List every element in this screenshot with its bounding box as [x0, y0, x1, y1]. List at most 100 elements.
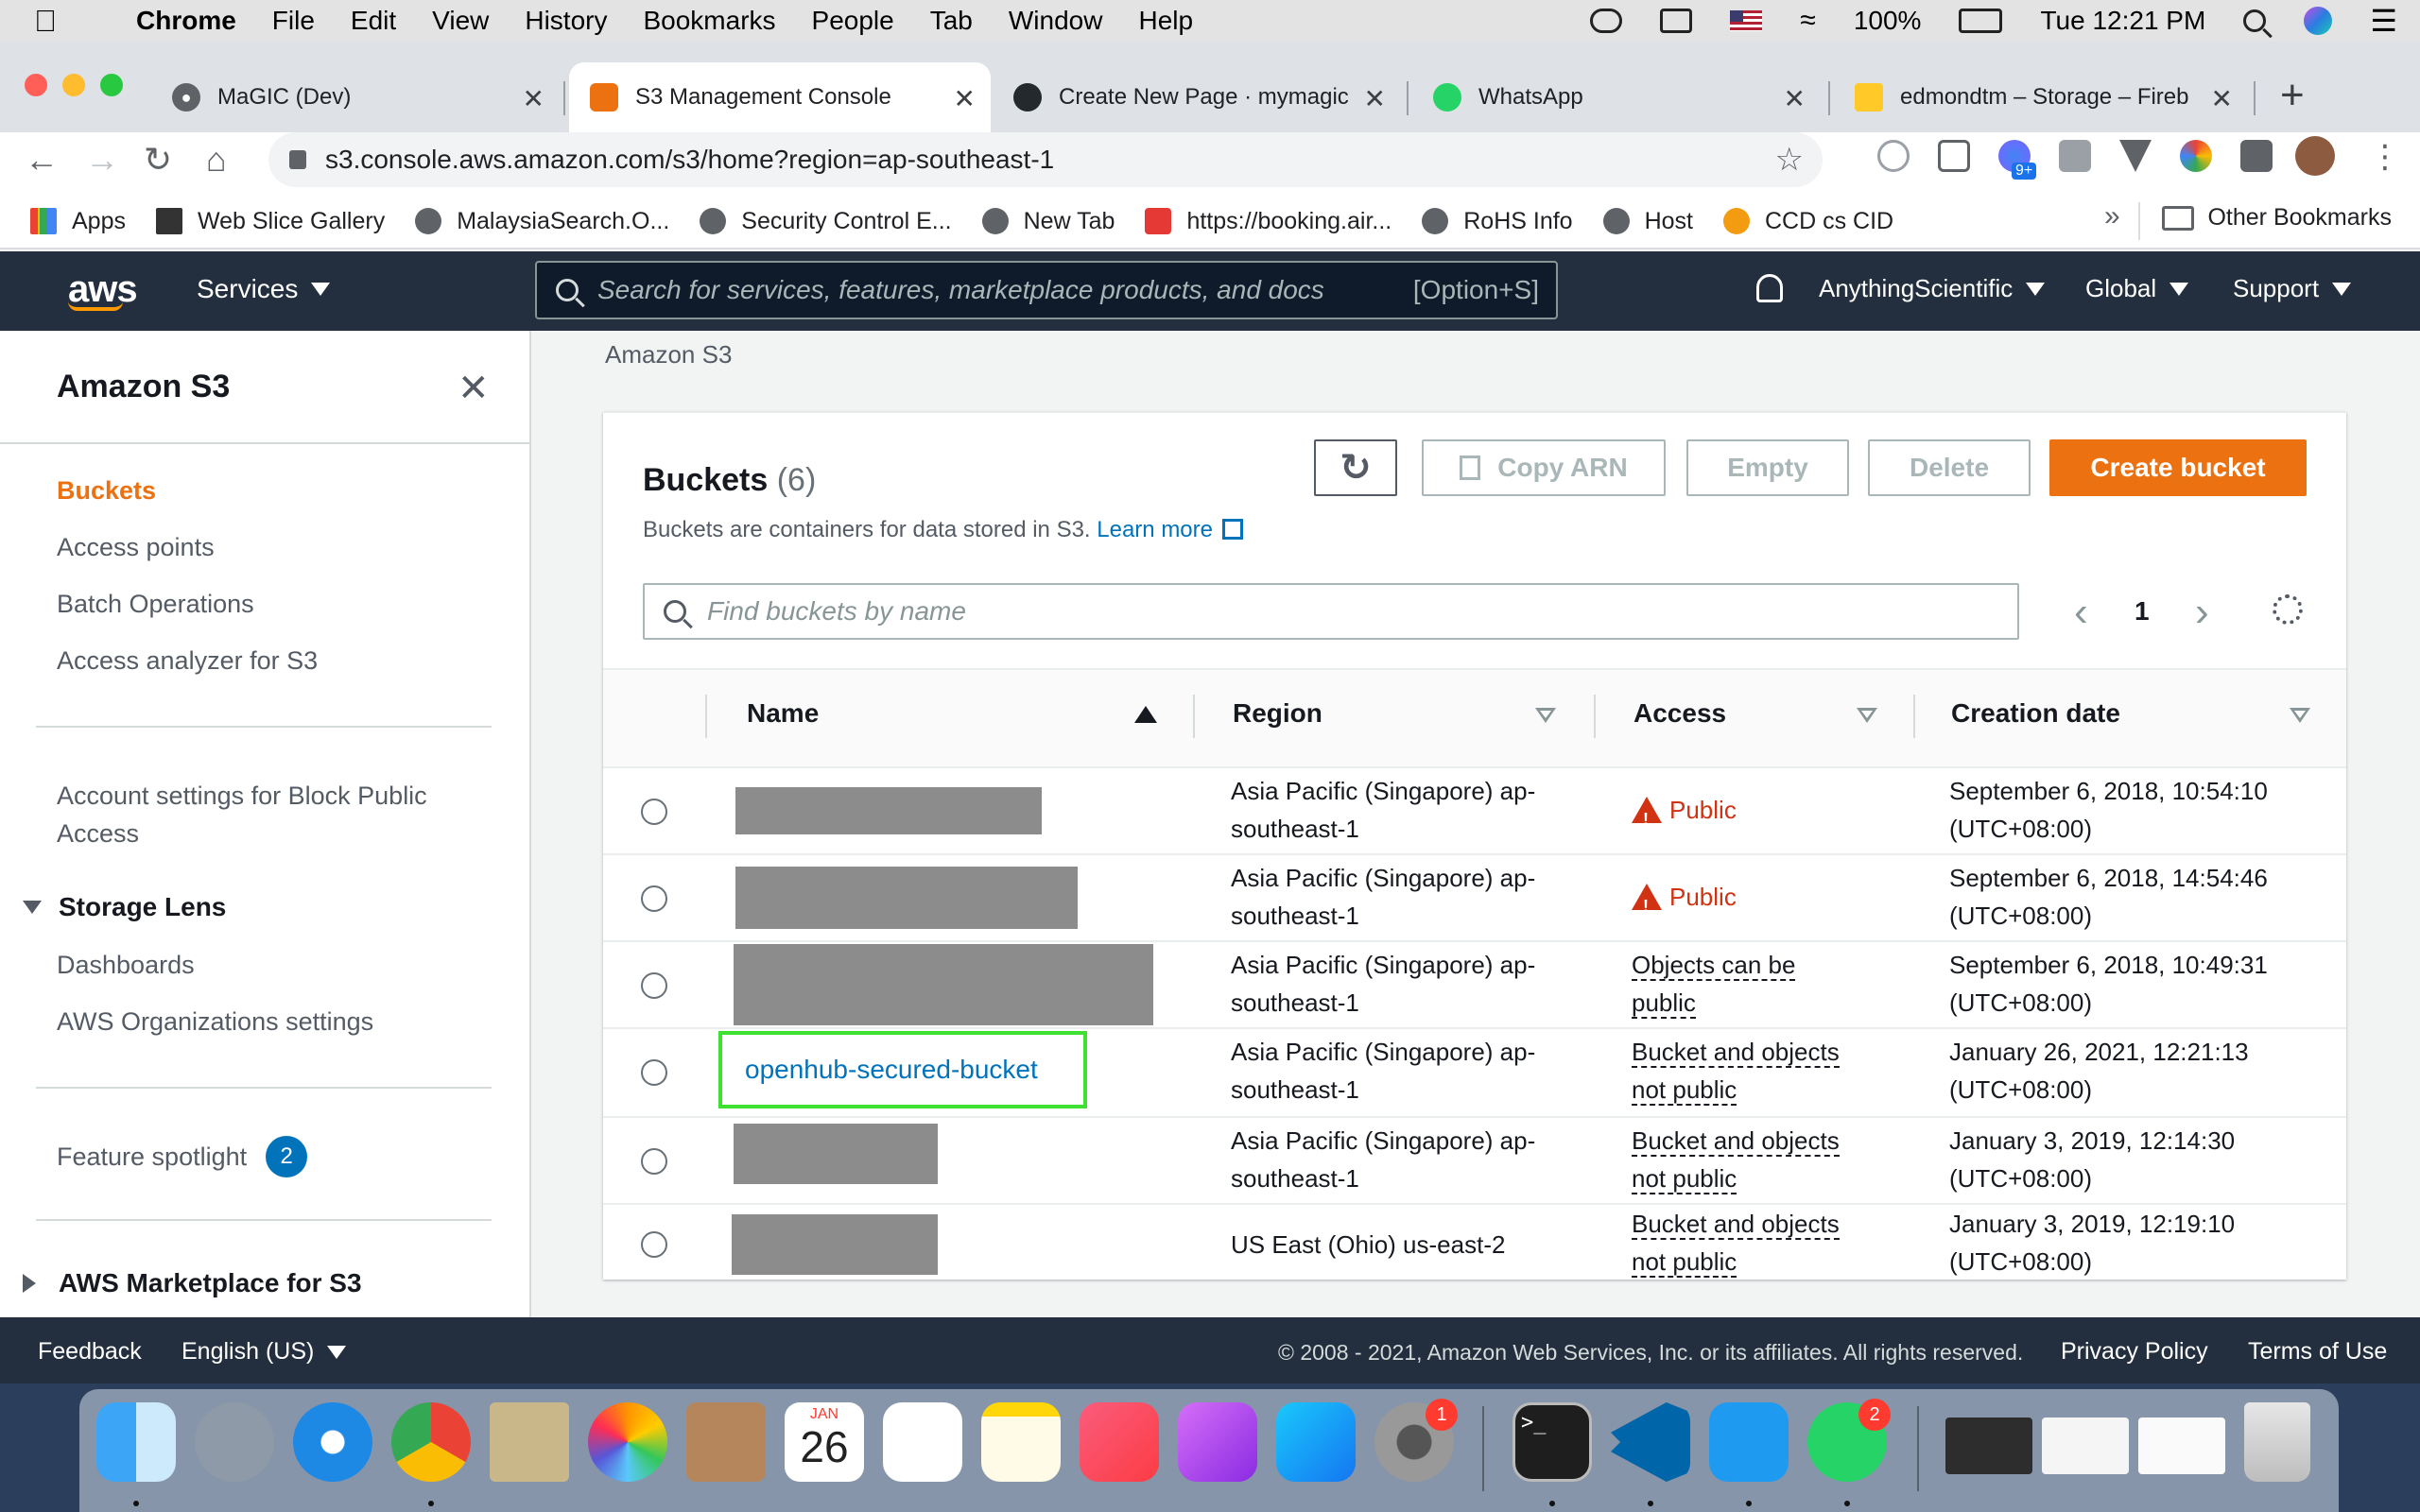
redacted-bucket-name[interactable] [735, 787, 1042, 834]
wifi-icon[interactable]: ≈ [1800, 5, 1815, 37]
language-selector[interactable]: English (US) [182, 1338, 347, 1366]
tab-create-new-page[interactable]: Create New Page · mymagic ✕ [993, 62, 1401, 132]
menu-edit[interactable]: Edit [351, 6, 396, 36]
sidebar-item-organizations-settings[interactable]: AWS Organizations settings [57, 1007, 373, 1037]
create-bucket-button[interactable]: Create bucket [2049, 439, 2307, 496]
services-menu-button[interactable]: Services [197, 274, 331, 304]
sort-toggle-icon[interactable] [2290, 708, 2310, 723]
region-menu-button[interactable]: Global [2085, 274, 2189, 303]
trash-icon[interactable] [2244, 1402, 2310, 1482]
pagination-current-page[interactable]: 1 [2135, 596, 2150, 627]
color-picker-icon[interactable] [2180, 140, 2212, 172]
redacted-bucket-name[interactable] [734, 1124, 938, 1184]
home-icon[interactable]: ⌂ [206, 140, 227, 180]
tab-close-icon[interactable]: ✕ [1784, 83, 1806, 114]
calendar-icon[interactable]: JAN 26 [785, 1402, 864, 1482]
pagination-prev-icon[interactable]: ‹ [2074, 589, 2088, 636]
sidebar-section-marketplace[interactable]: AWS Marketplace for S3 [23, 1268, 362, 1298]
row-select-radio[interactable] [641, 1231, 667, 1258]
launchpad-icon[interactable] [195, 1402, 274, 1482]
sort-ascending-icon[interactable] [1134, 706, 1157, 723]
url-text[interactable]: s3.console.aws.amazon.com/s3/home?region… [325, 145, 1054, 175]
copy-arn-button[interactable]: Copy ARN [1422, 439, 1666, 496]
menu-window[interactable]: Window [1009, 6, 1103, 36]
redacted-bucket-name[interactable] [735, 867, 1078, 929]
redacted-bucket-name[interactable] [734, 944, 1153, 1025]
other-bookmarks[interactable]: Other Bookmarks [2162, 204, 2392, 232]
feedback-button[interactable]: Feedback [38, 1338, 142, 1366]
sidebar-close-icon[interactable]: ✕ [458, 367, 490, 410]
cell-access[interactable]: Bucket and objects not public [1632, 1205, 1877, 1280]
chrome-menu-icon[interactable]: ⋮ [2369, 138, 2401, 176]
menu-tab[interactable]: Tab [930, 6, 973, 36]
privacy-policy-link[interactable]: Privacy Policy [2061, 1338, 2208, 1366]
table-row[interactable]: US East (Ohio) us-east-2 Bucket and obje… [603, 1205, 2346, 1280]
tab-close-icon[interactable]: ✕ [2211, 83, 2233, 114]
spotlight-search-icon[interactable] [2243, 9, 2267, 32]
menu-help[interactable]: Help [1138, 6, 1193, 36]
table-row[interactable]: Asia Pacific (Singapore) ap-southeast-1 … [603, 942, 2346, 1029]
address-bar[interactable]: s3.console.aws.amazon.com/s3/home?region… [268, 132, 1823, 187]
pagination-next-icon[interactable]: › [2195, 589, 2209, 636]
row-select-radio[interactable] [641, 1148, 667, 1175]
bookmark-web-slice-gallery[interactable]: Web Slice Gallery [155, 208, 385, 235]
row-select-radio[interactable] [641, 799, 667, 825]
cell-access[interactable]: Objects can be public [1632, 946, 1877, 1022]
forward-arrow-icon[interactable]: → [85, 140, 119, 180]
breadcrumb[interactable]: Amazon S3 [605, 340, 732, 369]
safari-icon[interactable] [293, 1402, 372, 1482]
terminal-icon[interactable]: >_ [1512, 1402, 1592, 1482]
menu-view[interactable]: View [432, 6, 489, 36]
learn-more-link[interactable]: Learn more [1097, 517, 1243, 542]
bookmark-ccd-cs-cid[interactable]: CCD cs CID [1722, 208, 1893, 235]
terms-of-use-link[interactable]: Terms of Use [2248, 1338, 2387, 1366]
apple-menu-icon[interactable]:  [34, 4, 87, 39]
new-tab-button[interactable]: + [2280, 72, 2305, 119]
column-header-name[interactable]: Name [747, 698, 819, 729]
sidebar-item-feature-spotlight[interactable]: Feature spotlight 2 [57, 1136, 308, 1177]
sidebar-section-storage-lens[interactable]: Storage Lens [23, 892, 226, 922]
minimized-window-thumbnail[interactable] [2042, 1418, 2129, 1474]
bookmark-booking-air[interactable]: https://booking.air... [1145, 208, 1392, 235]
photos-icon[interactable] [588, 1402, 667, 1482]
column-header-region[interactable]: Region [1233, 698, 1322, 729]
menu-bookmarks[interactable]: Bookmarks [643, 6, 775, 36]
bookmark-security-control[interactable]: Security Control E... [700, 208, 952, 235]
bookmark-apps[interactable]: Apps [30, 208, 126, 235]
airplay-icon[interactable] [1660, 9, 1693, 33]
extension-eye-icon[interactable] [1877, 140, 1910, 172]
bookmark-star-icon[interactable]: ☆ [1775, 141, 1804, 179]
aws-logo[interactable]: aws [68, 268, 138, 311]
battery-icon[interactable] [1959, 9, 2003, 33]
sort-toggle-icon[interactable] [1535, 708, 1556, 723]
lock-icon[interactable] [289, 150, 306, 169]
menu-history[interactable]: History [525, 6, 607, 36]
camera-icon[interactable] [2059, 140, 2091, 172]
notification-center-icon[interactable]: ☰ [2370, 3, 2397, 39]
table-row[interactable]: Asia Pacific (Singapore) ap-southeast-1 … [603, 855, 2346, 942]
app-store-icon[interactable] [1276, 1402, 1356, 1482]
siri-icon[interactable] [2304, 7, 2333, 35]
contacts-icon[interactable] [686, 1402, 766, 1482]
sidebar-item-batch-operations[interactable]: Batch Operations [57, 590, 254, 619]
table-settings-gear-icon[interactable] [2273, 594, 2303, 625]
cloud-status-icon[interactable] [1590, 9, 1623, 33]
podcasts-icon[interactable] [1178, 1402, 1257, 1482]
profile-avatar[interactable] [2295, 136, 2335, 176]
fork-git-icon[interactable] [1709, 1402, 1789, 1482]
menu-file[interactable]: File [272, 6, 315, 36]
bucket-name[interactable]: openhub-secured-bucket [745, 1055, 1038, 1085]
sort-toggle-icon[interactable] [1857, 708, 1877, 723]
support-menu-button[interactable]: Support [2233, 274, 2352, 303]
notifications-bell-icon[interactable] [1756, 274, 1783, 302]
empty-button[interactable]: Empty [1686, 439, 1849, 496]
pocket-icon[interactable] [1938, 140, 1970, 172]
extensions-puzzle-icon[interactable] [2240, 140, 2273, 172]
mail-icon[interactable] [490, 1402, 569, 1482]
minimized-window-thumbnail[interactable] [1945, 1418, 2032, 1474]
row-select-radio[interactable] [641, 972, 667, 999]
sidebar-item-buckets[interactable]: Buckets [57, 476, 156, 506]
row-select-radio[interactable] [641, 885, 667, 912]
table-row[interactable]: Asia Pacific (Singapore) ap-southeast-1 … [603, 768, 2346, 855]
flag-us-icon[interactable] [1730, 10, 1763, 31]
